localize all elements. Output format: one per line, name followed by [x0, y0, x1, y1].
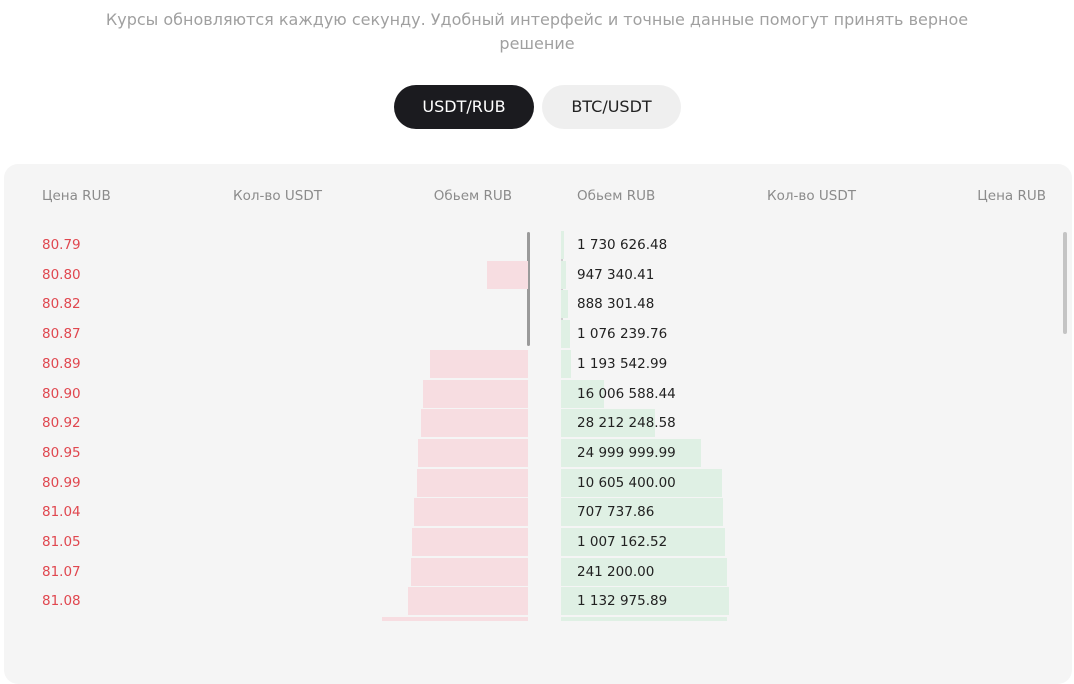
ask-volume-header: Обьем RUB [433, 188, 512, 204]
ask-depth-bar [408, 587, 528, 616]
ask-price: 80.79 [42, 237, 81, 253]
bid-volume: 24 999 999.99 [577, 444, 676, 461]
bid-volume: 1 007 162.52 [577, 534, 668, 550]
bid-amount-header: Кол-во USDT [767, 188, 856, 204]
ask-depth-bar [414, 498, 528, 527]
bid-depth-bar [561, 320, 570, 349]
tab-btc-usdt[interactable]: BTC/USDT [542, 85, 681, 129]
ask-price: 80.89 [42, 355, 81, 372]
bid-volume: 888 301.48 [577, 296, 655, 313]
ask-price: 81.04 [42, 504, 81, 521]
ask-depth-bar [423, 379, 528, 408]
order-book: Цена RUB Кол-во USDT Обьем RUB Обьем RUB… [4, 164, 1072, 684]
ask-price: 80.95 [42, 444, 81, 461]
ask-depth-bar [430, 349, 528, 378]
bid-volume: 707 737.86 [577, 504, 655, 521]
bid-depth-bar [561, 231, 564, 259]
bid-volume: 28 212 248.58 [577, 415, 676, 432]
bid-volume: 10 605 400.00 [577, 474, 676, 491]
bid-volume-header: Обьем RUB [577, 188, 656, 204]
ask-depth-bar [421, 409, 528, 438]
bid-volume: 947 340.41 [577, 266, 655, 283]
bid-volume: 1 730 626.48 [577, 237, 668, 253]
ask-price: 81.07 [42, 563, 81, 580]
order-book-description: Курсы обновляются каждую секунду. Удобны… [105, 10, 969, 53]
ask-depth-bar [487, 260, 528, 289]
bid-volume: 1 132 975.89 [577, 593, 668, 610]
ask-price: 80.99 [42, 474, 81, 491]
bid-volume: 241 200.00 [577, 563, 655, 580]
bid-volume: 1 076 239.76 [577, 326, 668, 343]
bid-depth-bar [561, 617, 727, 622]
ask-price: 80.87 [42, 326, 81, 343]
bid-depth-bar [561, 349, 571, 378]
ask-amount-header: Кол-во USDT [233, 188, 322, 204]
bid-depth-bar [561, 260, 566, 289]
ask-price: 81.08 [42, 593, 81, 610]
ask-depth-bar [411, 557, 528, 586]
ask-depth-bar [417, 468, 528, 497]
order-book-scrollbar[interactable] [1063, 232, 1067, 334]
ask-price: 81.05 [42, 534, 81, 550]
ask-depth-bar [418, 438, 528, 467]
bid-volume: 16 006 588.44 [577, 385, 676, 402]
ask-price: 80.90 [42, 385, 81, 402]
bid-depth-bar [561, 290, 568, 319]
bid-price-header: Цена RUB [977, 188, 1046, 204]
ask-price-header: Цена RUB [42, 188, 111, 204]
bid-volume: 1 193 542.99 [577, 355, 668, 372]
ask-depth-bar [412, 528, 528, 556]
pair-selector: USDT/RUB BTC/USDT [0, 85, 1074, 129]
ask-price: 80.82 [42, 296, 81, 313]
ask-price: 80.92 [42, 415, 81, 432]
tab-usdt-rub[interactable]: USDT/RUB [394, 85, 534, 129]
asks-scroll-indicator[interactable] [527, 232, 530, 346]
ask-price: 80.80 [42, 266, 81, 283]
ask-depth-bar [382, 617, 528, 622]
